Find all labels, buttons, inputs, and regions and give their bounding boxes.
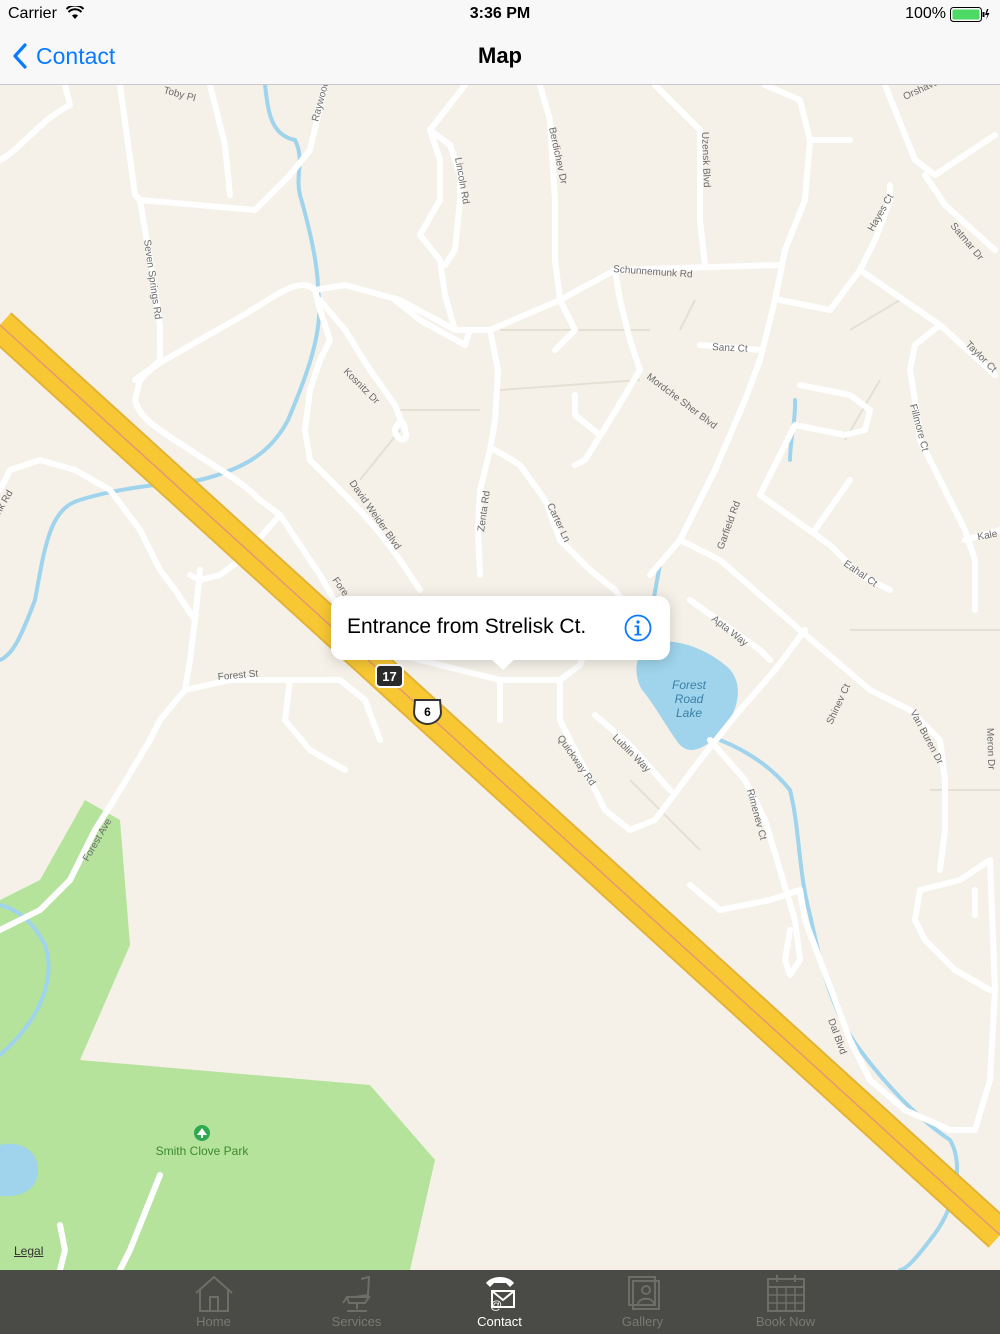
callout-pointer — [491, 659, 515, 670]
tab-label: Gallery — [621, 1314, 664, 1329]
street-label: Meron Dr — [984, 728, 996, 771]
battery-icon — [950, 7, 990, 22]
map-canvas[interactable]: 17 6 Smith Clove Park Forest Road Lake T… — [0, 85, 1000, 1270]
home-icon — [194, 1275, 233, 1312]
map-view[interactable]: 17 6 Smith Clove Park Forest Road Lake T… — [0, 85, 1000, 1270]
svg-text:17: 17 — [382, 669, 396, 684]
status-bar: Carrier 3:36 PM 100% — [0, 0, 1000, 28]
tab-gallery[interactable]: Gallery — [571, 1270, 714, 1334]
phone-mail-icon: @ — [485, 1277, 515, 1312]
info-icon[interactable] — [624, 614, 652, 642]
route-17-shield: 17 — [375, 664, 404, 688]
street-label: Uzensk Blvd — [699, 132, 712, 188]
legal-link[interactable]: Legal — [14, 1244, 43, 1258]
park-label: Smith Clove Park — [156, 1144, 250, 1158]
navigation-bar: Contact Map — [0, 28, 1000, 85]
tab-services[interactable]: Services — [285, 1270, 428, 1334]
tab-book-now[interactable]: Book Now — [714, 1270, 857, 1334]
tab-bar: Home Services @ Contact Gallery Book Now — [0, 1270, 1000, 1334]
battery-percent: 100% — [905, 5, 946, 22]
lake-label-line2: Road — [675, 692, 704, 706]
tab-label: Book Now — [755, 1314, 816, 1329]
tab-label: Services — [331, 1314, 382, 1329]
lake-label-line3: Lake — [676, 706, 702, 720]
lake-label-line1: Forest — [672, 678, 707, 692]
park-marker[interactable] — [194, 1125, 210, 1141]
page-title: Map — [478, 43, 522, 68]
callout-title: Entrance from Strelisk Ct. — [347, 615, 587, 638]
svg-text:6: 6 — [424, 705, 431, 719]
photo-stack-icon — [627, 1276, 660, 1310]
tab-label: Home — [196, 1314, 231, 1329]
svg-text:@: @ — [490, 1298, 502, 1312]
tab-label: Contact — [477, 1314, 522, 1329]
clock: 3:36 PM — [469, 5, 531, 22]
location-callout[interactable]: Entrance from Strelisk Ct. — [331, 596, 670, 670]
street-label: Sanz Ct — [712, 342, 748, 355]
tab-home[interactable]: Home — [142, 1270, 285, 1334]
tab-contact[interactable]: @ Contact — [428, 1270, 571, 1334]
barber-chair-icon — [341, 1275, 371, 1312]
calendar-icon — [766, 1275, 805, 1312]
route-6-shield: 6 — [412, 699, 443, 726]
